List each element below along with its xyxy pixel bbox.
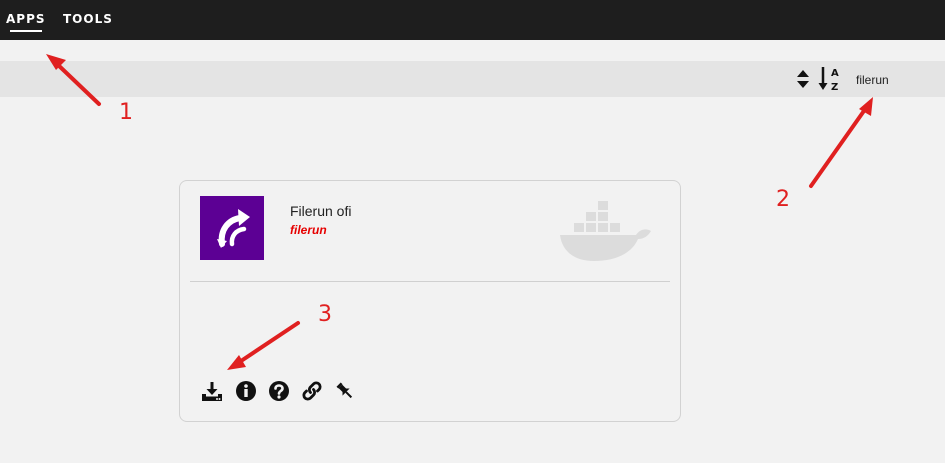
download-install-icon[interactable] bbox=[200, 379, 224, 403]
card-divider bbox=[190, 281, 670, 282]
tab-tools[interactable]: TOOLS bbox=[63, 12, 113, 26]
svg-text:A: A bbox=[831, 68, 839, 79]
tab-apps[interactable]: APPS bbox=[6, 12, 46, 32]
filter-toolbar: A Z bbox=[0, 61, 945, 97]
info-icon[interactable] bbox=[234, 379, 258, 403]
filerun-logo bbox=[200, 196, 264, 260]
annotation-label-2: 2 bbox=[776, 187, 790, 212]
sort-alpha-az-icon[interactable]: A Z bbox=[818, 65, 844, 93]
annotation-label-3: 3 bbox=[318, 302, 332, 327]
help-icon[interactable] bbox=[267, 379, 291, 403]
app-name: Filerun ofi bbox=[290, 203, 352, 219]
link-icon[interactable] bbox=[300, 379, 324, 403]
sort-updown-icon[interactable] bbox=[796, 69, 810, 89]
top-navigation-bar: APPS TOOLS bbox=[0, 0, 945, 40]
app-author: filerun bbox=[290, 223, 327, 237]
app-card[interactable]: Filerun ofi filerun bbox=[179, 180, 681, 422]
annotation-label-1: 1 bbox=[119, 100, 133, 125]
pin-icon[interactable] bbox=[333, 379, 357, 403]
svg-text:Z: Z bbox=[831, 82, 838, 93]
docker-icon bbox=[560, 201, 651, 261]
search-input[interactable] bbox=[856, 72, 916, 88]
